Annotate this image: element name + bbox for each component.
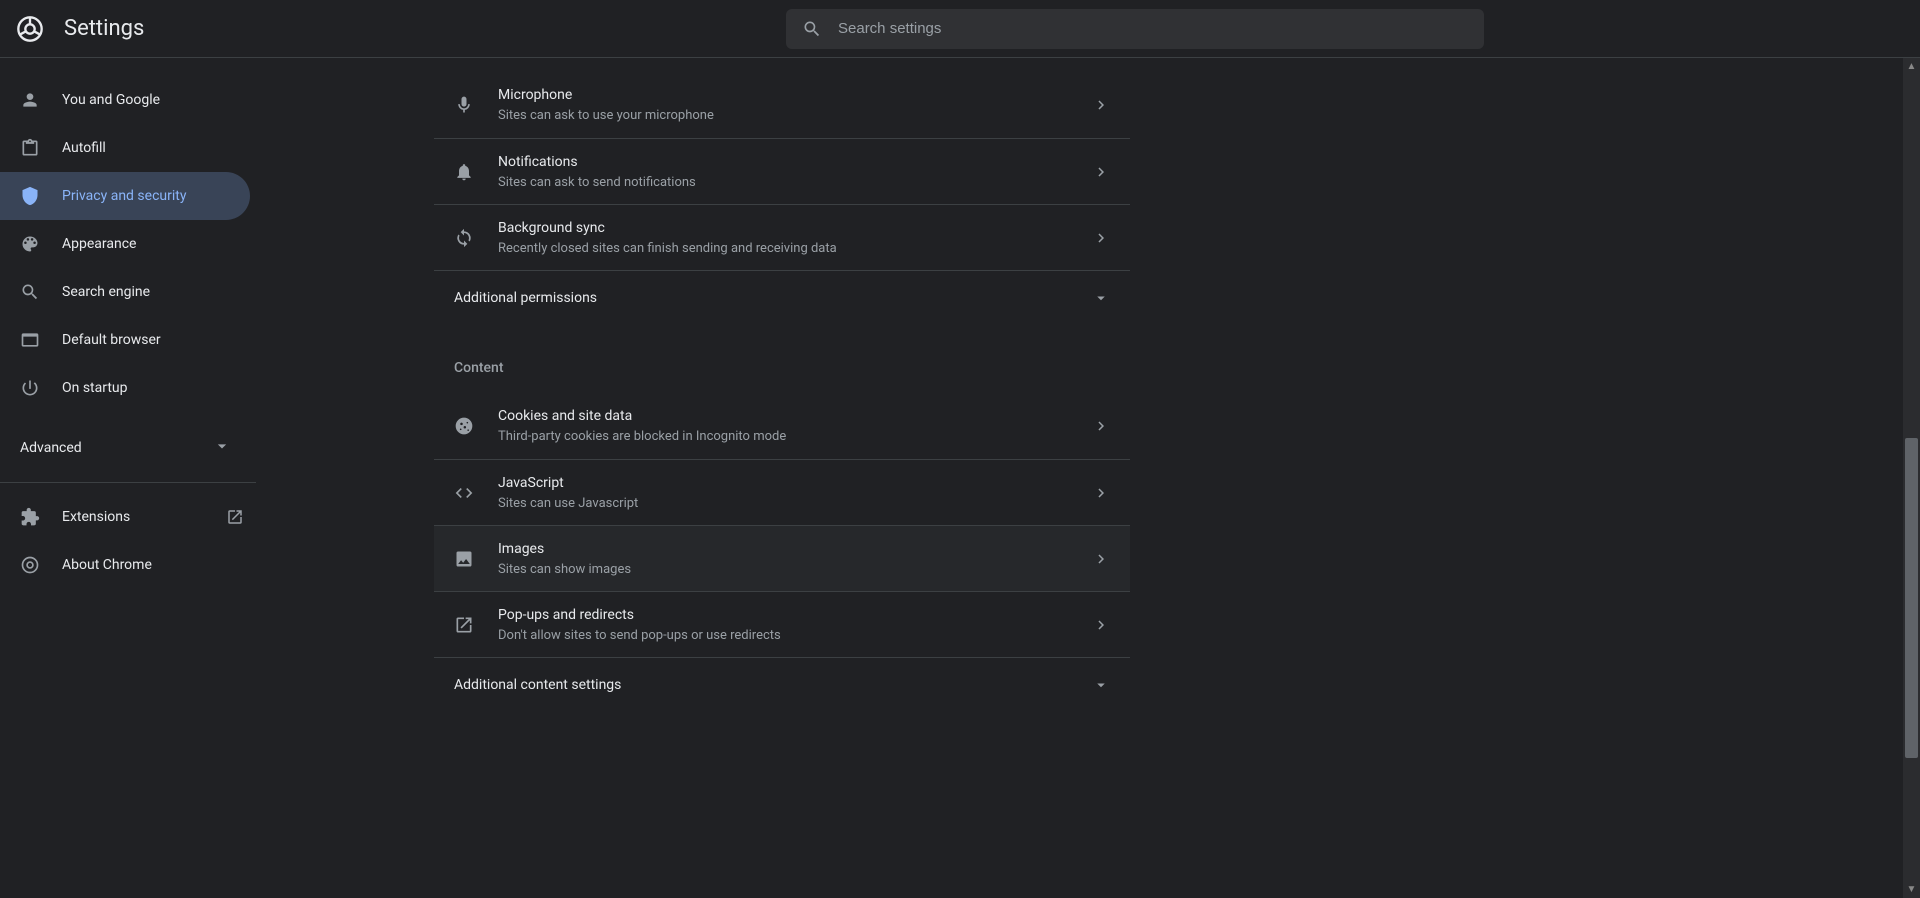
sidebar-item-search-engine[interactable]: Search engine — [0, 268, 250, 316]
sidebar-item-label: Privacy and security — [62, 188, 250, 204]
scroll-thumb[interactable] — [1905, 438, 1918, 758]
row-title: Additional content settings — [454, 677, 621, 693]
row-additional-permissions[interactable]: Additional permissions — [434, 270, 1130, 324]
chevron-right-icon — [1092, 163, 1110, 181]
sidebar-item-label: Appearance — [62, 236, 250, 252]
row-title: Notifications — [498, 152, 1092, 172]
scroll-down-arrow-icon[interactable]: ▼ — [1903, 881, 1920, 898]
power-icon — [20, 378, 40, 398]
bell-icon — [454, 162, 474, 182]
row-title: Additional permissions — [454, 290, 597, 306]
sidebar-item-label: Search engine — [62, 284, 250, 300]
row-title: Images — [498, 539, 1092, 559]
sidebar-divider — [0, 482, 256, 483]
sidebar-item-advanced[interactable]: Advanced — [0, 424, 256, 472]
row-images[interactable]: Images Sites can show images — [434, 525, 1130, 591]
row-notifications[interactable]: Notifications Sites can ask to send noti… — [434, 138, 1130, 204]
row-cookies[interactable]: Cookies and site data Third-party cookie… — [434, 393, 1130, 459]
sidebar-item-default-browser[interactable]: Default browser — [0, 316, 250, 364]
row-subtitle: Sites can ask to use your microphone — [498, 107, 1092, 125]
row-background-sync[interactable]: Background sync Recently closed sites ca… — [434, 204, 1130, 270]
code-icon — [454, 483, 474, 503]
sidebar-item-label: Extensions — [62, 509, 226, 525]
browser-icon — [20, 330, 40, 350]
row-subtitle: Third-party cookies are blocked in Incog… — [498, 428, 1092, 446]
row-subtitle: Recently closed sites can finish sending… — [498, 240, 1092, 258]
chevron-right-icon — [1092, 229, 1110, 247]
open-in-new-icon — [454, 615, 474, 635]
search-input[interactable] — [838, 20, 1484, 37]
chevron-down-icon — [1092, 289, 1110, 307]
sidebar-item-extensions[interactable]: Extensions — [0, 493, 250, 541]
image-icon — [454, 549, 474, 569]
search-container[interactable] — [786, 9, 1484, 49]
search-icon — [802, 19, 822, 39]
sidebar-item-privacy-and-security[interactable]: Privacy and security — [0, 172, 250, 220]
sidebar-advanced-label: Advanced — [20, 440, 212, 456]
sidebar-item-label: Autofill — [62, 140, 250, 156]
chevron-down-icon — [1092, 676, 1110, 694]
row-subtitle: Sites can ask to send notifications — [498, 174, 1092, 192]
row-subtitle: Don't allow sites to send pop-ups or use… — [498, 627, 1092, 645]
main-content: Microphone Sites can ask to use your mic… — [434, 58, 1130, 898]
sidebar-item-label: On startup — [62, 380, 250, 396]
sync-icon — [454, 228, 474, 248]
row-javascript[interactable]: JavaScript Sites can use Javascript — [434, 459, 1130, 525]
chevron-right-icon — [1092, 96, 1110, 114]
chevron-down-icon — [212, 436, 232, 460]
row-title: Cookies and site data — [498, 406, 1092, 426]
sidebar-item-label: You and Google — [62, 92, 250, 108]
sidebar-item-about-chrome[interactable]: About Chrome — [0, 541, 250, 589]
sidebar-item-label: About Chrome — [62, 557, 250, 573]
section-heading-content: Content — [434, 324, 1130, 392]
sidebar-item-you-and-google[interactable]: You and Google — [0, 76, 250, 124]
microphone-icon — [454, 95, 474, 115]
row-popups[interactable]: Pop-ups and redirects Don't allow sites … — [434, 591, 1130, 657]
scrollbar[interactable]: ▲ ▼ — [1903, 58, 1920, 898]
row-microphone[interactable]: Microphone Sites can ask to use your mic… — [434, 72, 1130, 138]
palette-icon — [20, 234, 40, 254]
search-icon — [20, 282, 40, 302]
row-title: Microphone — [498, 85, 1092, 105]
sidebar-item-appearance[interactable]: Appearance — [0, 220, 250, 268]
sidebar-item-label: Default browser — [62, 332, 250, 348]
chevron-right-icon — [1092, 417, 1110, 435]
row-title: Background sync — [498, 218, 1092, 238]
shield-icon — [20, 186, 40, 206]
chrome-logo-icon — [16, 15, 44, 43]
chevron-right-icon — [1092, 616, 1110, 634]
page-title: Settings — [64, 16, 494, 41]
row-additional-content-settings[interactable]: Additional content settings — [434, 657, 1130, 711]
row-subtitle: Sites can show images — [498, 561, 1092, 579]
sidebar-item-on-startup[interactable]: On startup — [0, 364, 250, 412]
header-bar: Settings — [0, 0, 1920, 58]
extension-icon — [20, 507, 40, 527]
person-icon — [20, 90, 40, 110]
clipboard-icon — [20, 138, 40, 158]
chevron-right-icon — [1092, 484, 1110, 502]
cookie-icon — [454, 416, 474, 436]
sidebar: You and Google Autofill Privacy and secu… — [0, 58, 256, 898]
sidebar-item-autofill[interactable]: Autofill — [0, 124, 250, 172]
chevron-right-icon — [1092, 550, 1110, 568]
row-subtitle: Sites can use Javascript — [498, 495, 1092, 513]
chrome-icon — [20, 555, 40, 575]
scroll-up-arrow-icon[interactable]: ▲ — [1903, 58, 1920, 75]
row-title: JavaScript — [498, 473, 1092, 493]
row-title: Pop-ups and redirects — [498, 605, 1092, 625]
open-in-new-icon — [226, 508, 244, 526]
